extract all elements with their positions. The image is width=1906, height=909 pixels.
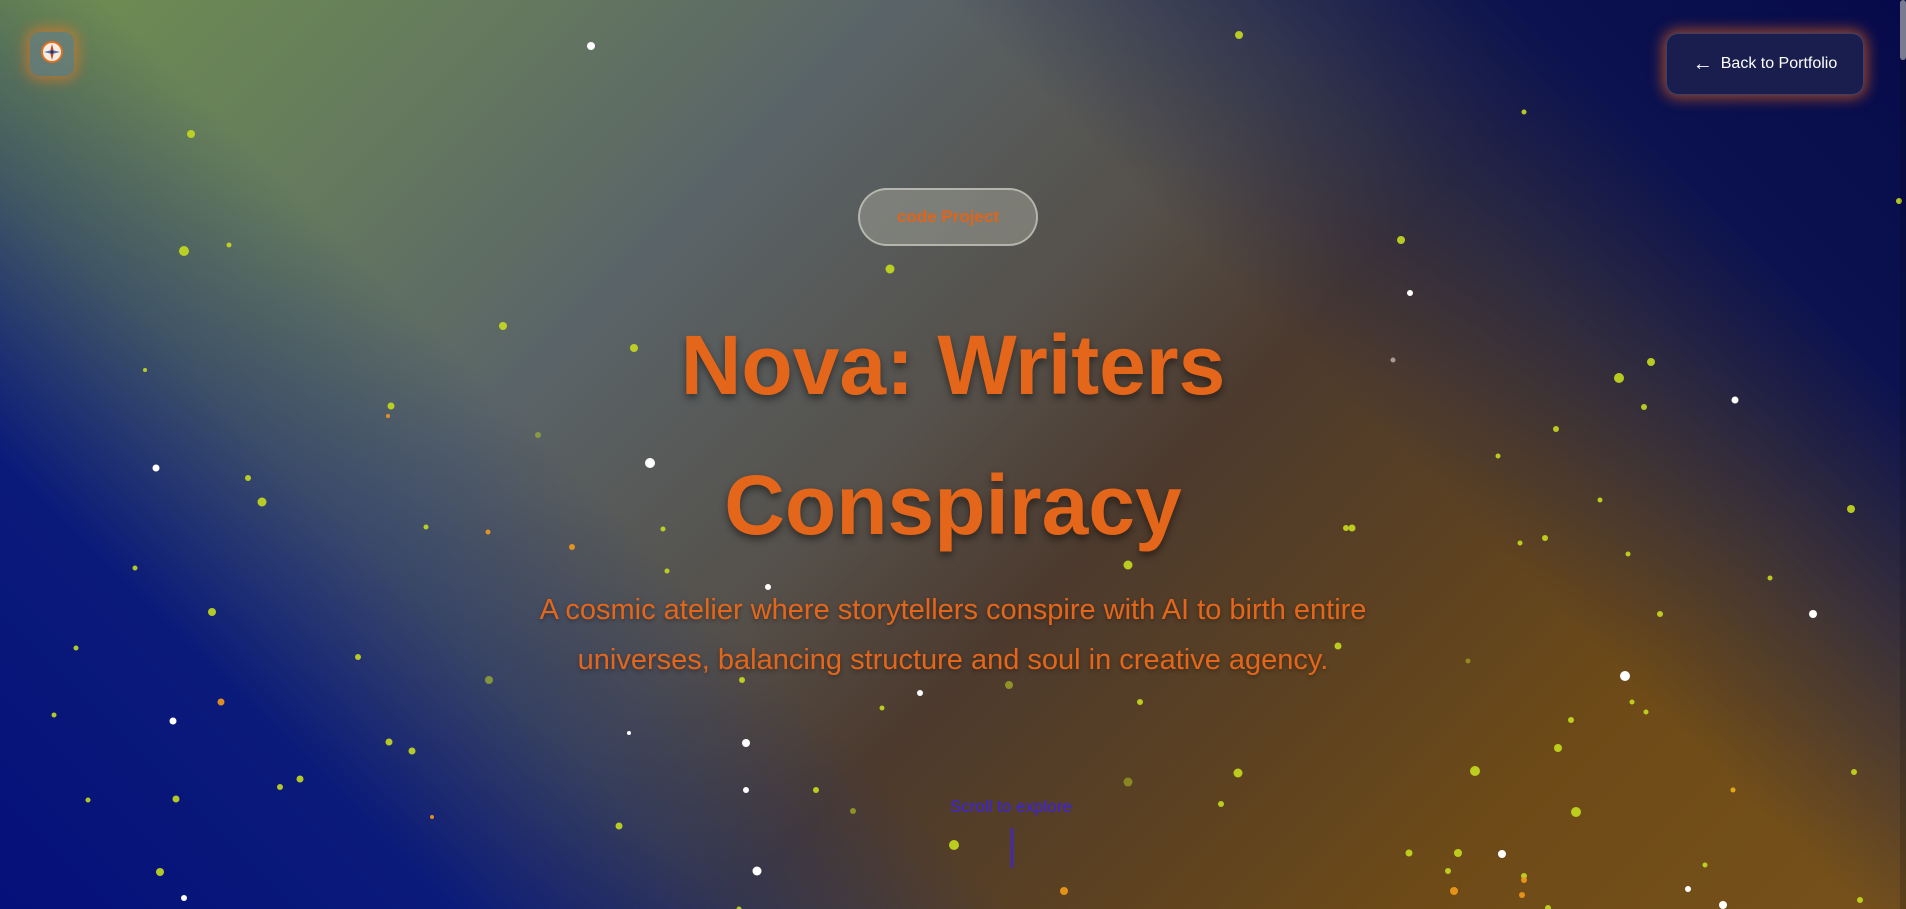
logo-button[interactable] (30, 32, 74, 76)
arrow-left-icon: ← (1692, 53, 1713, 75)
page-title: Nova: Writers Conspiracy (453, 295, 1453, 575)
page-subtitle-line-2: universes, balancing structure and soul … (577, 644, 1329, 676)
project-category-badge: code Project (858, 188, 1038, 246)
back-to-portfolio-label: Back to Portfolio (1720, 55, 1838, 72)
page-subtitle-line-1: A cosmic atelier where storytellers cons… (539, 594, 1367, 626)
scroll-to-explore-hint[interactable]: Scroll to explore (911, 797, 1111, 817)
back-to-portfolio-button[interactable]: ← Back to Portfolio (1666, 33, 1864, 95)
hero-page: ← Back to Portfolio code Project Nova: W… (0, 0, 1906, 909)
page-scrollbar[interactable] (1900, 0, 1906, 909)
page-subtitle: A cosmic atelier where storytellers cons… (453, 585, 1453, 685)
compass-icon (40, 40, 64, 69)
scrollbar-thumb[interactable] (1900, 0, 1906, 60)
page-title-line-2: Conspiracy (724, 458, 1182, 552)
page-title-line-1: Nova: Writers (680, 318, 1226, 412)
scroll-indicator-line (1011, 828, 1013, 868)
